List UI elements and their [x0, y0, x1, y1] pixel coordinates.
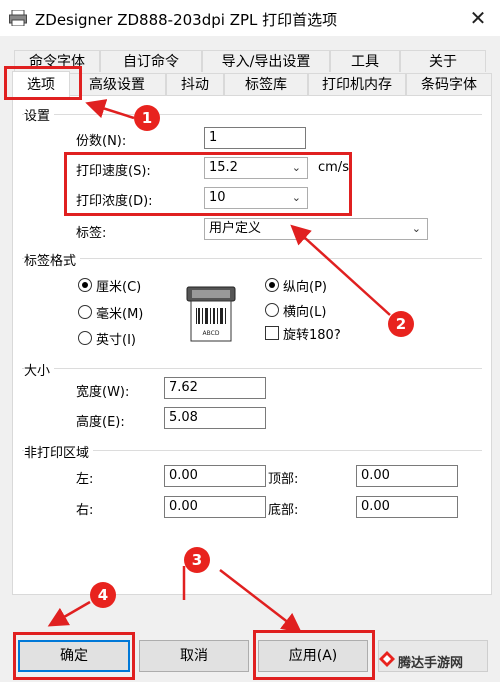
- step-badge-4: 4: [90, 582, 116, 608]
- step-badge-1: 1: [134, 105, 160, 131]
- watermark-text: 腾达手游网: [398, 656, 464, 671]
- watermark-logo-icon: [379, 651, 395, 667]
- step-badge-3: 3: [184, 547, 210, 573]
- annotation-arrows: [47, 99, 391, 634]
- step-badge-2: 2: [388, 311, 414, 337]
